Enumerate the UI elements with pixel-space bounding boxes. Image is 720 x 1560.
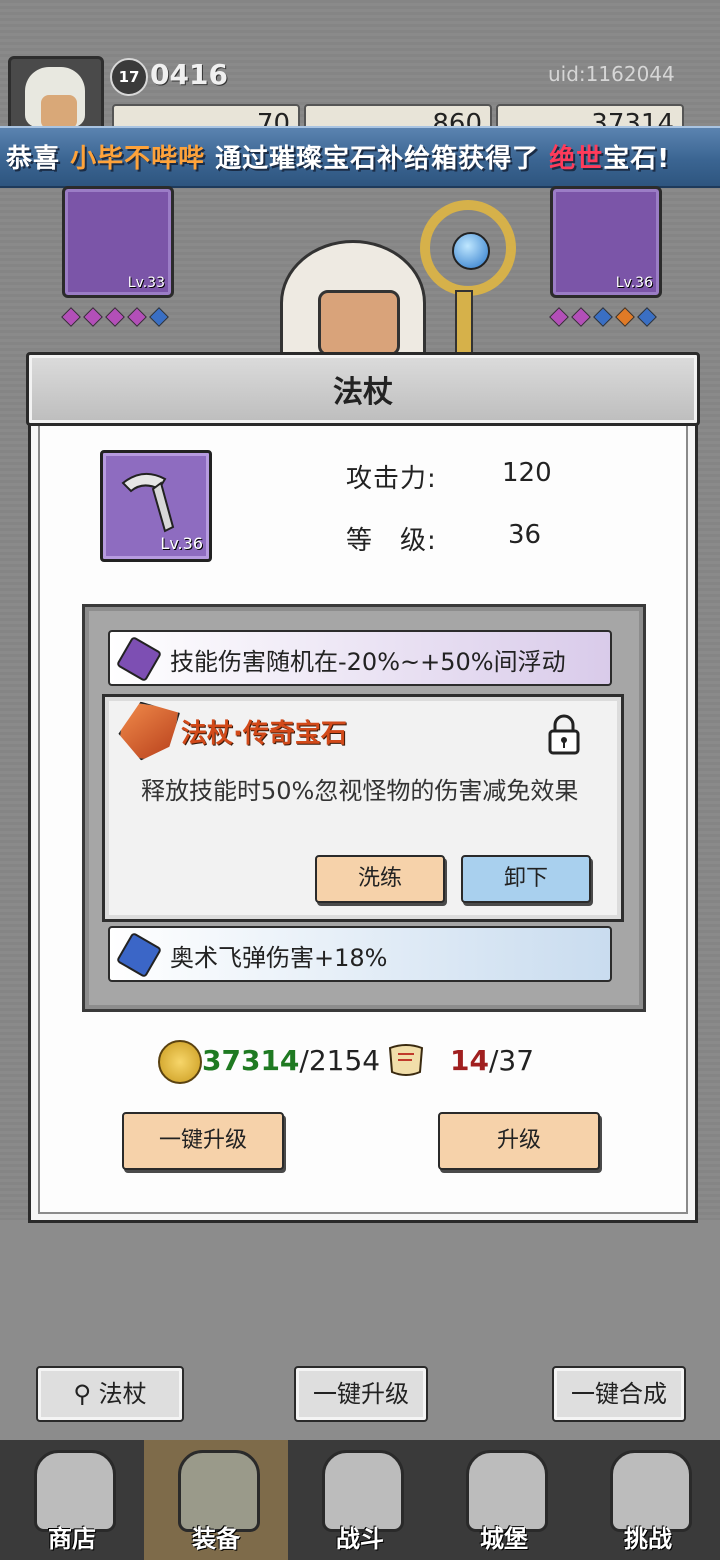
blue-gem-icon: [115, 931, 163, 979]
stat-level-value: 36: [508, 520, 542, 550]
stat-level-label: 等 级:: [346, 526, 437, 556]
scroll-cost: 14/37: [450, 1044, 534, 1077]
legendary-gem-title: 法杖·传奇宝石: [181, 719, 347, 749]
item-icon: Lv.36: [100, 450, 212, 562]
equip-slot-staff[interactable]: Lv.36: [550, 186, 662, 298]
legendary-gem-card: 法杖·传奇宝石 释放技能时50%忽视怪物的伤害减免效果 洗练 卸下: [102, 694, 624, 922]
refine-button[interactable]: 洗练: [315, 855, 445, 903]
nav-shop-label: 商店: [48, 1525, 96, 1553]
modal-title-bar: 法杖: [26, 352, 700, 426]
purple-gem-icon: [115, 635, 163, 683]
announcement-ticker: 恭喜 小毕不哔哔 通过璀璨宝石补给箱获得了 绝世宝石!: [0, 126, 720, 188]
equip-slot-staff-level: Lv.36: [615, 275, 653, 291]
gold-have: 37314: [202, 1044, 300, 1077]
nav-challenge-label: 挑战: [624, 1525, 672, 1553]
orange-gem-icon: [115, 699, 181, 765]
legendary-gem-description: 释放技能时50%忽视怪物的伤害减免效果: [141, 777, 579, 805]
nav-challenge[interactable]: 挑战: [576, 1440, 720, 1560]
modal-title: 法杖: [333, 375, 393, 410]
gold-coin-icon: [158, 1040, 202, 1084]
lock-icon[interactable]: [547, 713, 581, 755]
staff-stick: [455, 290, 473, 354]
staff-orb: [452, 232, 490, 270]
announcement-middle: 通过璀璨宝石补给箱获得了: [215, 144, 540, 174]
nav-battle-label: 战斗: [336, 1525, 384, 1553]
upgrade-all-button[interactable]: 一键升级: [122, 1112, 284, 1170]
item-level: Lv.36: [160, 534, 203, 553]
filter-staff-button[interactable]: ⚲ 法杖: [36, 1366, 184, 1422]
effect-bottom-text: 奥术飞弹伤害+18%: [170, 944, 388, 972]
nav-castle-label: 城堡: [480, 1525, 528, 1553]
effect-row-top[interactable]: 技能伤害随机在-20%~+50%间浮动: [108, 630, 612, 686]
scroll-have: 14: [450, 1044, 489, 1077]
equip-slot-helmet[interactable]: Lv.33: [62, 186, 174, 298]
announcement-prefix: 恭喜: [6, 144, 61, 174]
announcement-player: 小毕不哔哔: [70, 144, 206, 174]
scroll-icon: [388, 1044, 424, 1076]
player-power: 0416: [150, 58, 228, 91]
announcement-rarity: 绝世: [549, 144, 604, 174]
equip-slot-helmet-level: Lv.33: [127, 275, 165, 291]
stat-attack-value: 120: [502, 458, 552, 488]
effect-row-bottom[interactable]: 奥术飞弹伤害+18%: [108, 926, 612, 982]
nav-equipment-label: 装备: [192, 1525, 240, 1553]
filter-staff-label: 法杖: [98, 1380, 147, 1408]
upgrade-all-bottom-button[interactable]: 一键升级: [294, 1366, 428, 1422]
gold-cost: 37314/2154: [202, 1044, 380, 1077]
nav-castle[interactable]: 城堡: [432, 1440, 576, 1560]
player-uid: uid:1162044: [548, 62, 675, 86]
key-icon: ⚲: [73, 1380, 99, 1408]
nav-battle[interactable]: 战斗: [288, 1440, 432, 1560]
synthesize-all-button[interactable]: 一键合成: [552, 1366, 686, 1422]
effect-top-text: 技能伤害随机在-20%~+50%间浮动: [170, 648, 566, 676]
player-level-badge: 17: [110, 58, 148, 96]
character-face: [318, 290, 400, 356]
announcement-text: 恭喜 小毕不哔哔 通过璀璨宝石补给箱获得了 绝世宝石!: [6, 138, 670, 175]
unequip-button[interactable]: 卸下: [461, 855, 591, 903]
stat-attack-label: 攻击力:: [346, 464, 437, 494]
gold-need: /2154: [299, 1044, 381, 1077]
upgrade-button[interactable]: 升级: [438, 1112, 600, 1170]
scroll-need: /37: [488, 1044, 535, 1077]
nav-equipment[interactable]: 装备: [144, 1440, 288, 1560]
avatar-face: [41, 95, 77, 129]
announcement-suffix: 宝石!: [603, 144, 671, 174]
nav-shop[interactable]: 商店: [0, 1440, 144, 1560]
